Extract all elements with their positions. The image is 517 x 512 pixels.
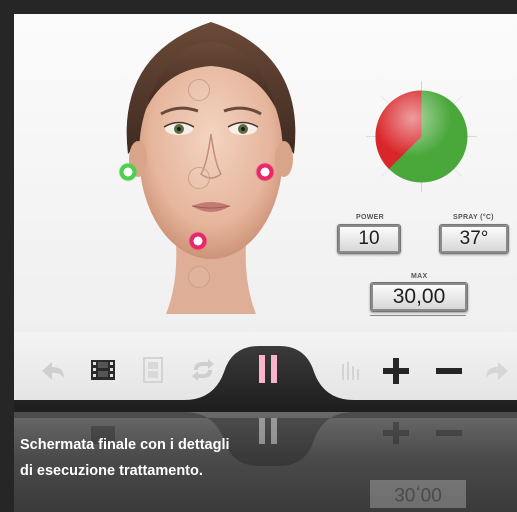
minus-icon[interactable] [434,356,464,386]
zone-chin[interactable] [188,231,208,251]
face-illustration [126,22,296,314]
caption: Schermata finale con i dettagli di esecu… [20,432,230,484]
zone-right-cheek[interactable] [255,162,275,182]
zone-left-cheek[interactable] [118,162,138,182]
pause-icon[interactable] [257,353,279,385]
time-value[interactable]: 30,00 [370,282,468,312]
power-label: POWER [356,214,384,221]
zone-neck[interactable] [188,266,210,288]
screenshot-frame: POWER 10 SPRAY (°C) 37° MAX 30,00 30,00 … [14,14,517,512]
temperature-label: SPRAY (°C) [453,214,494,221]
zone-nose[interactable] [188,167,210,189]
caption-line-2: di esecuzione trattamento. [20,463,203,479]
zone-forehead[interactable] [188,79,210,101]
temperature-value[interactable]: 37° [439,224,509,254]
time-label: MAX [411,273,428,280]
back-arrow-icon[interactable] [40,360,66,382]
film-faded-icon[interactable] [142,356,164,384]
reflected-time-value: 30,00 [394,483,442,504]
caption-line-1: Schermata finale con i dettagli [20,437,230,453]
plus-icon[interactable] [381,356,411,386]
status-pie [366,81,477,192]
film-icon[interactable] [89,358,117,382]
forward-arrow-icon[interactable] [484,360,510,382]
time-underline [370,315,466,316]
repeat-icon[interactable] [190,358,216,382]
power-value[interactable]: 10 [337,224,401,254]
grip-icon[interactable] [340,360,362,382]
